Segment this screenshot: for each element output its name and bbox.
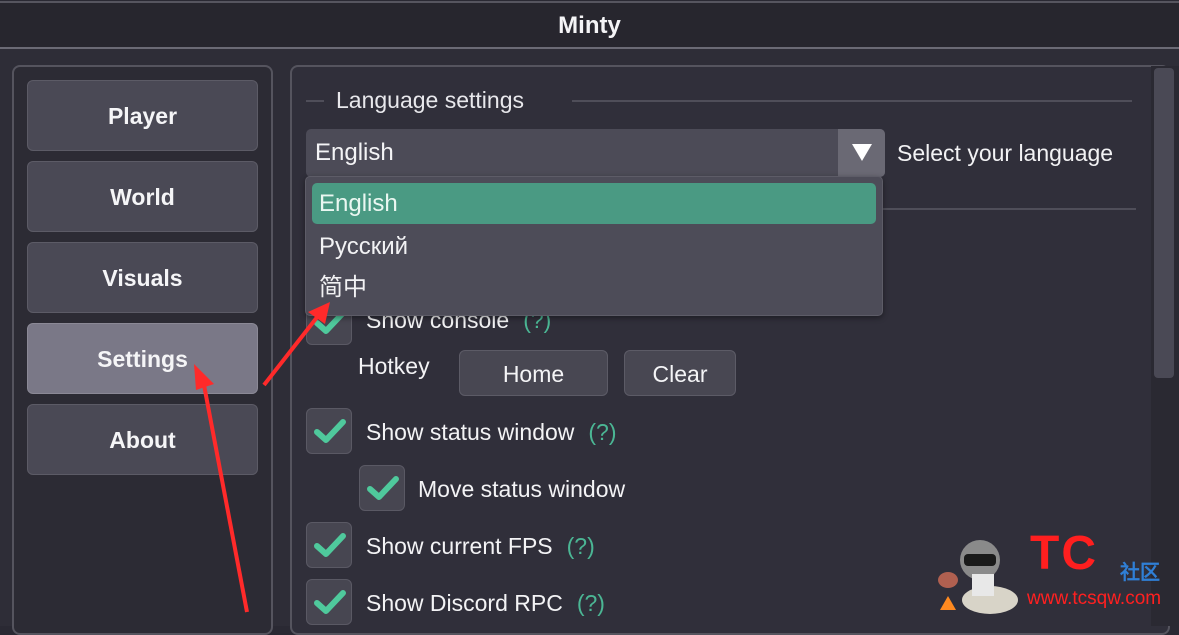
help-icon[interactable]: (?) [588,419,616,445]
show-fps-label: Show current FPS (?) [366,533,595,560]
move-status-window-checkbox[interactable] [359,465,405,511]
sidebar-item-player[interactable]: Player [27,80,258,151]
language-select[interactable]: English [306,129,885,177]
show-discord-rpc-label: Show Discord RPC (?) [366,590,605,617]
sidebar-item-about[interactable]: About [27,404,258,475]
show-status-window-text: Show status window [366,419,575,445]
checkmark-icon [314,533,346,557]
window-title: Minty [0,3,1179,48]
clear-hotkey-button[interactable]: Clear [624,350,736,396]
language-section-title: Language settings [336,87,524,113]
show-status-window-checkbox[interactable] [306,408,352,454]
watermark: TC 社区 www.tcsqw.com [930,527,1170,620]
language-select-value: English [315,139,394,166]
sidebar-item-visuals[interactable]: Visuals [27,242,258,313]
show-discord-rpc-checkbox[interactable] [306,579,352,625]
watermark-brand-cn: 社区 [1120,562,1160,584]
watermark-brand: TC [1030,527,1098,580]
sidebar-item-settings[interactable]: Settings [27,323,258,394]
checkmark-icon [314,590,346,614]
show-fps-text: Show current FPS [366,533,553,559]
language-option-english[interactable]: English [312,183,876,224]
section-divider [306,100,324,102]
mascot-icon [938,540,1018,614]
language-dropdown-list: English Русский 简中 [305,176,883,316]
show-status-window-label: Show status window (?) [366,419,617,446]
language-caption: Select your language [897,140,1114,166]
show-discord-rpc-text: Show Discord RPC [366,590,563,616]
scrollbar-thumb[interactable] [1154,68,1174,378]
checkmark-icon [367,476,399,500]
show-fps-checkbox[interactable] [306,522,352,568]
language-option-russian[interactable]: Русский [312,226,876,267]
section-divider [572,100,1132,102]
checkmark-icon [314,419,346,443]
hotkey-label: Hotkey [358,353,430,379]
help-icon[interactable]: (?) [567,533,595,559]
sidebar-item-world[interactable]: World [27,161,258,232]
language-option-chinese[interactable]: 简中 [312,267,876,308]
watermark-url: www.tcsqw.com [1027,588,1162,609]
hotkey-button[interactable]: Home [459,350,608,396]
chevron-down-icon[interactable] [838,129,885,177]
move-status-window-label: Move status window [418,476,626,502]
help-icon[interactable]: (?) [577,590,605,616]
